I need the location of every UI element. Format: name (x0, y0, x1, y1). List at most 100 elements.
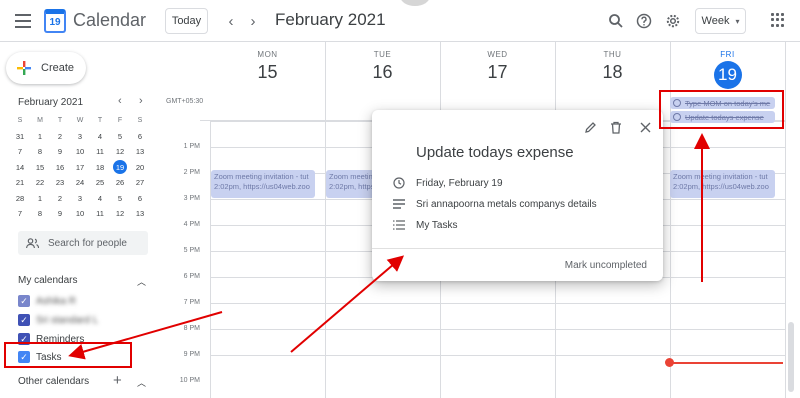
mini-calendar-day[interactable]: 1 (30, 191, 50, 207)
mini-calendar-day[interactable]: 8 (30, 144, 50, 160)
collapse-chevron-up-icon[interactable]: ︿ (137, 275, 146, 288)
mini-calendar-day[interactable]: 6 (130, 129, 150, 145)
apps-grid-icon[interactable] (770, 13, 784, 27)
mini-calendar-day[interactable]: 28 (10, 191, 30, 207)
hour-label: 5 PM (183, 247, 200, 254)
event-details: 2:02pm, https://us04web.zoo (673, 182, 769, 191)
mini-weekday-label: M (37, 117, 43, 125)
calendar-list-item[interactable]: ✓ Sri standard L (18, 313, 98, 327)
settings-gear-icon[interactable] (663, 11, 683, 31)
add-calendar-plus-icon[interactable]: + (113, 372, 122, 389)
hour-label: 6 PM (183, 273, 200, 280)
day-number[interactable]: 17 (440, 62, 555, 83)
mini-calendar-day[interactable]: 2 (50, 129, 70, 145)
description-lines-icon (392, 197, 406, 211)
day-column-header[interactable]: MON 15 (210, 50, 325, 83)
mini-calendar-day[interactable]: 4 (90, 129, 110, 145)
mini-calendar-day[interactable]: 5 (110, 191, 130, 207)
task-details-popup: Update todays expense Friday, February 1… (372, 110, 663, 281)
view-switcher-dropdown[interactable]: Week ▾ (695, 8, 746, 34)
day-number[interactable]: 19 (713, 61, 742, 89)
search-icon[interactable] (606, 11, 626, 31)
edit-pencil-icon[interactable] (581, 118, 599, 136)
mini-calendar-day[interactable]: 7 (10, 144, 30, 160)
vertical-scrollbar[interactable] (788, 322, 794, 392)
app-title[interactable]: Calendar (73, 10, 146, 31)
day-column-header[interactable]: TUE 16 (325, 50, 440, 83)
other-calendars-heading[interactable]: Other calendars (18, 376, 89, 387)
timezone-label: GMT+05:30 (166, 98, 204, 105)
hour-label: 7 PM (183, 299, 200, 306)
mini-calendar-day[interactable]: 6 (130, 191, 150, 207)
mini-calendar-day[interactable]: 1 (30, 129, 50, 145)
calendar-event[interactable]: Zoom meeting invitation - tut2:02pm, htt… (670, 170, 775, 198)
mini-calendar-day[interactable]: 7 (10, 206, 30, 222)
mini-calendar-day[interactable]: 16 (50, 160, 70, 176)
mini-calendar-day[interactable]: 23 (50, 175, 70, 191)
calendar-event[interactable]: Zoom meeting invitation - tut2:02pm, htt… (211, 170, 315, 198)
mini-calendar-day[interactable]: 20 (130, 160, 150, 176)
task-description: Sri annapoorna metals companys details (416, 198, 597, 210)
search-people-input[interactable]: Search for people (18, 231, 148, 255)
day-column-divider (325, 42, 326, 398)
mini-calendar-day[interactable]: 12 (110, 144, 130, 160)
mini-calendar-day[interactable]: 2 (50, 191, 70, 207)
today-button[interactable]: Today (165, 8, 208, 34)
mini-calendar-day[interactable]: 8 (30, 206, 50, 222)
day-number[interactable]: 18 (555, 62, 670, 83)
mini-calendar-day[interactable]: 12 (110, 206, 130, 222)
my-calendars-heading[interactable]: My calendars (18, 275, 77, 286)
mini-calendar-day[interactable]: 14 (10, 160, 30, 176)
mini-calendar-day[interactable]: 31 (10, 129, 30, 145)
mini-calendar-day[interactable]: 11 (90, 144, 110, 160)
next-week-chevron-icon[interactable]: › (244, 11, 262, 31)
mini-calendar-day[interactable]: 26 (110, 175, 130, 191)
event-details: 2:02pm, https://us04web.zoo (214, 182, 310, 191)
clock-icon (392, 176, 406, 190)
day-column-header[interactable]: FRI 19 (670, 50, 785, 89)
mini-calendar-day[interactable]: 10 (70, 206, 90, 222)
mini-calendar-day[interactable]: 4 (90, 191, 110, 207)
close-icon[interactable] (636, 118, 654, 136)
mini-weekday-label: T (97, 117, 103, 125)
help-icon[interactable] (634, 11, 654, 31)
mini-calendar-day[interactable]: 27 (130, 175, 150, 191)
day-number[interactable]: 15 (210, 62, 325, 83)
calendar-checkbox[interactable]: ✓ (18, 314, 30, 326)
mini-calendar-day[interactable]: 25 (90, 175, 110, 191)
create-button[interactable]: Create (6, 52, 86, 84)
mini-calendar-day[interactable]: 18 (90, 160, 110, 176)
main-menu-icon[interactable] (12, 11, 34, 31)
mini-calendar-day[interactable]: 9 (50, 144, 70, 160)
hour-label: 1 PM (183, 143, 200, 150)
day-column-header[interactable]: WED 17 (440, 50, 555, 83)
mini-calendar-day[interactable]: 3 (70, 191, 90, 207)
collapse-chevron-up-icon[interactable]: ︿ (137, 376, 146, 389)
mini-calendar-day[interactable]: 15 (30, 160, 50, 176)
mini-calendar-day[interactable]: 5 (110, 129, 130, 145)
mini-calendar-day[interactable]: 13 (130, 206, 150, 222)
day-column-header[interactable]: THU 18 (555, 50, 670, 83)
mini-calendar-next-icon[interactable]: › (139, 95, 143, 107)
mini-calendar-day[interactable]: 19 (110, 160, 130, 176)
calendar-checkbox[interactable]: ✓ (18, 295, 30, 307)
mini-calendar-day[interactable]: 22 (30, 175, 50, 191)
calendar-logo[interactable]: 19 (44, 9, 66, 33)
mini-calendar-day[interactable]: 11 (90, 206, 110, 222)
calendar-list-item[interactable]: ✓ Ashika R (18, 294, 76, 308)
mini-calendar-day[interactable]: 9 (50, 206, 70, 222)
task-date: Friday, February 19 (416, 177, 503, 189)
mini-calendar-day[interactable]: 3 (70, 129, 90, 145)
delete-trash-icon[interactable] (607, 118, 625, 136)
task-date-row: Friday, February 19 (392, 176, 503, 190)
day-of-week-label: MON (257, 50, 278, 59)
mini-calendar-day[interactable]: 21 (10, 175, 30, 191)
mini-calendar-day[interactable]: 13 (130, 144, 150, 160)
mark-uncompleted-button[interactable]: Mark uncompleted (565, 260, 647, 271)
day-number[interactable]: 16 (325, 62, 440, 83)
mini-calendar-day[interactable]: 10 (70, 144, 90, 160)
mini-calendar-day[interactable]: 24 (70, 175, 90, 191)
mini-calendar-day[interactable]: 17 (70, 160, 90, 176)
previous-week-chevron-icon[interactable]: ‹ (222, 11, 240, 31)
mini-calendar-prev-icon[interactable]: ‹ (118, 95, 122, 107)
